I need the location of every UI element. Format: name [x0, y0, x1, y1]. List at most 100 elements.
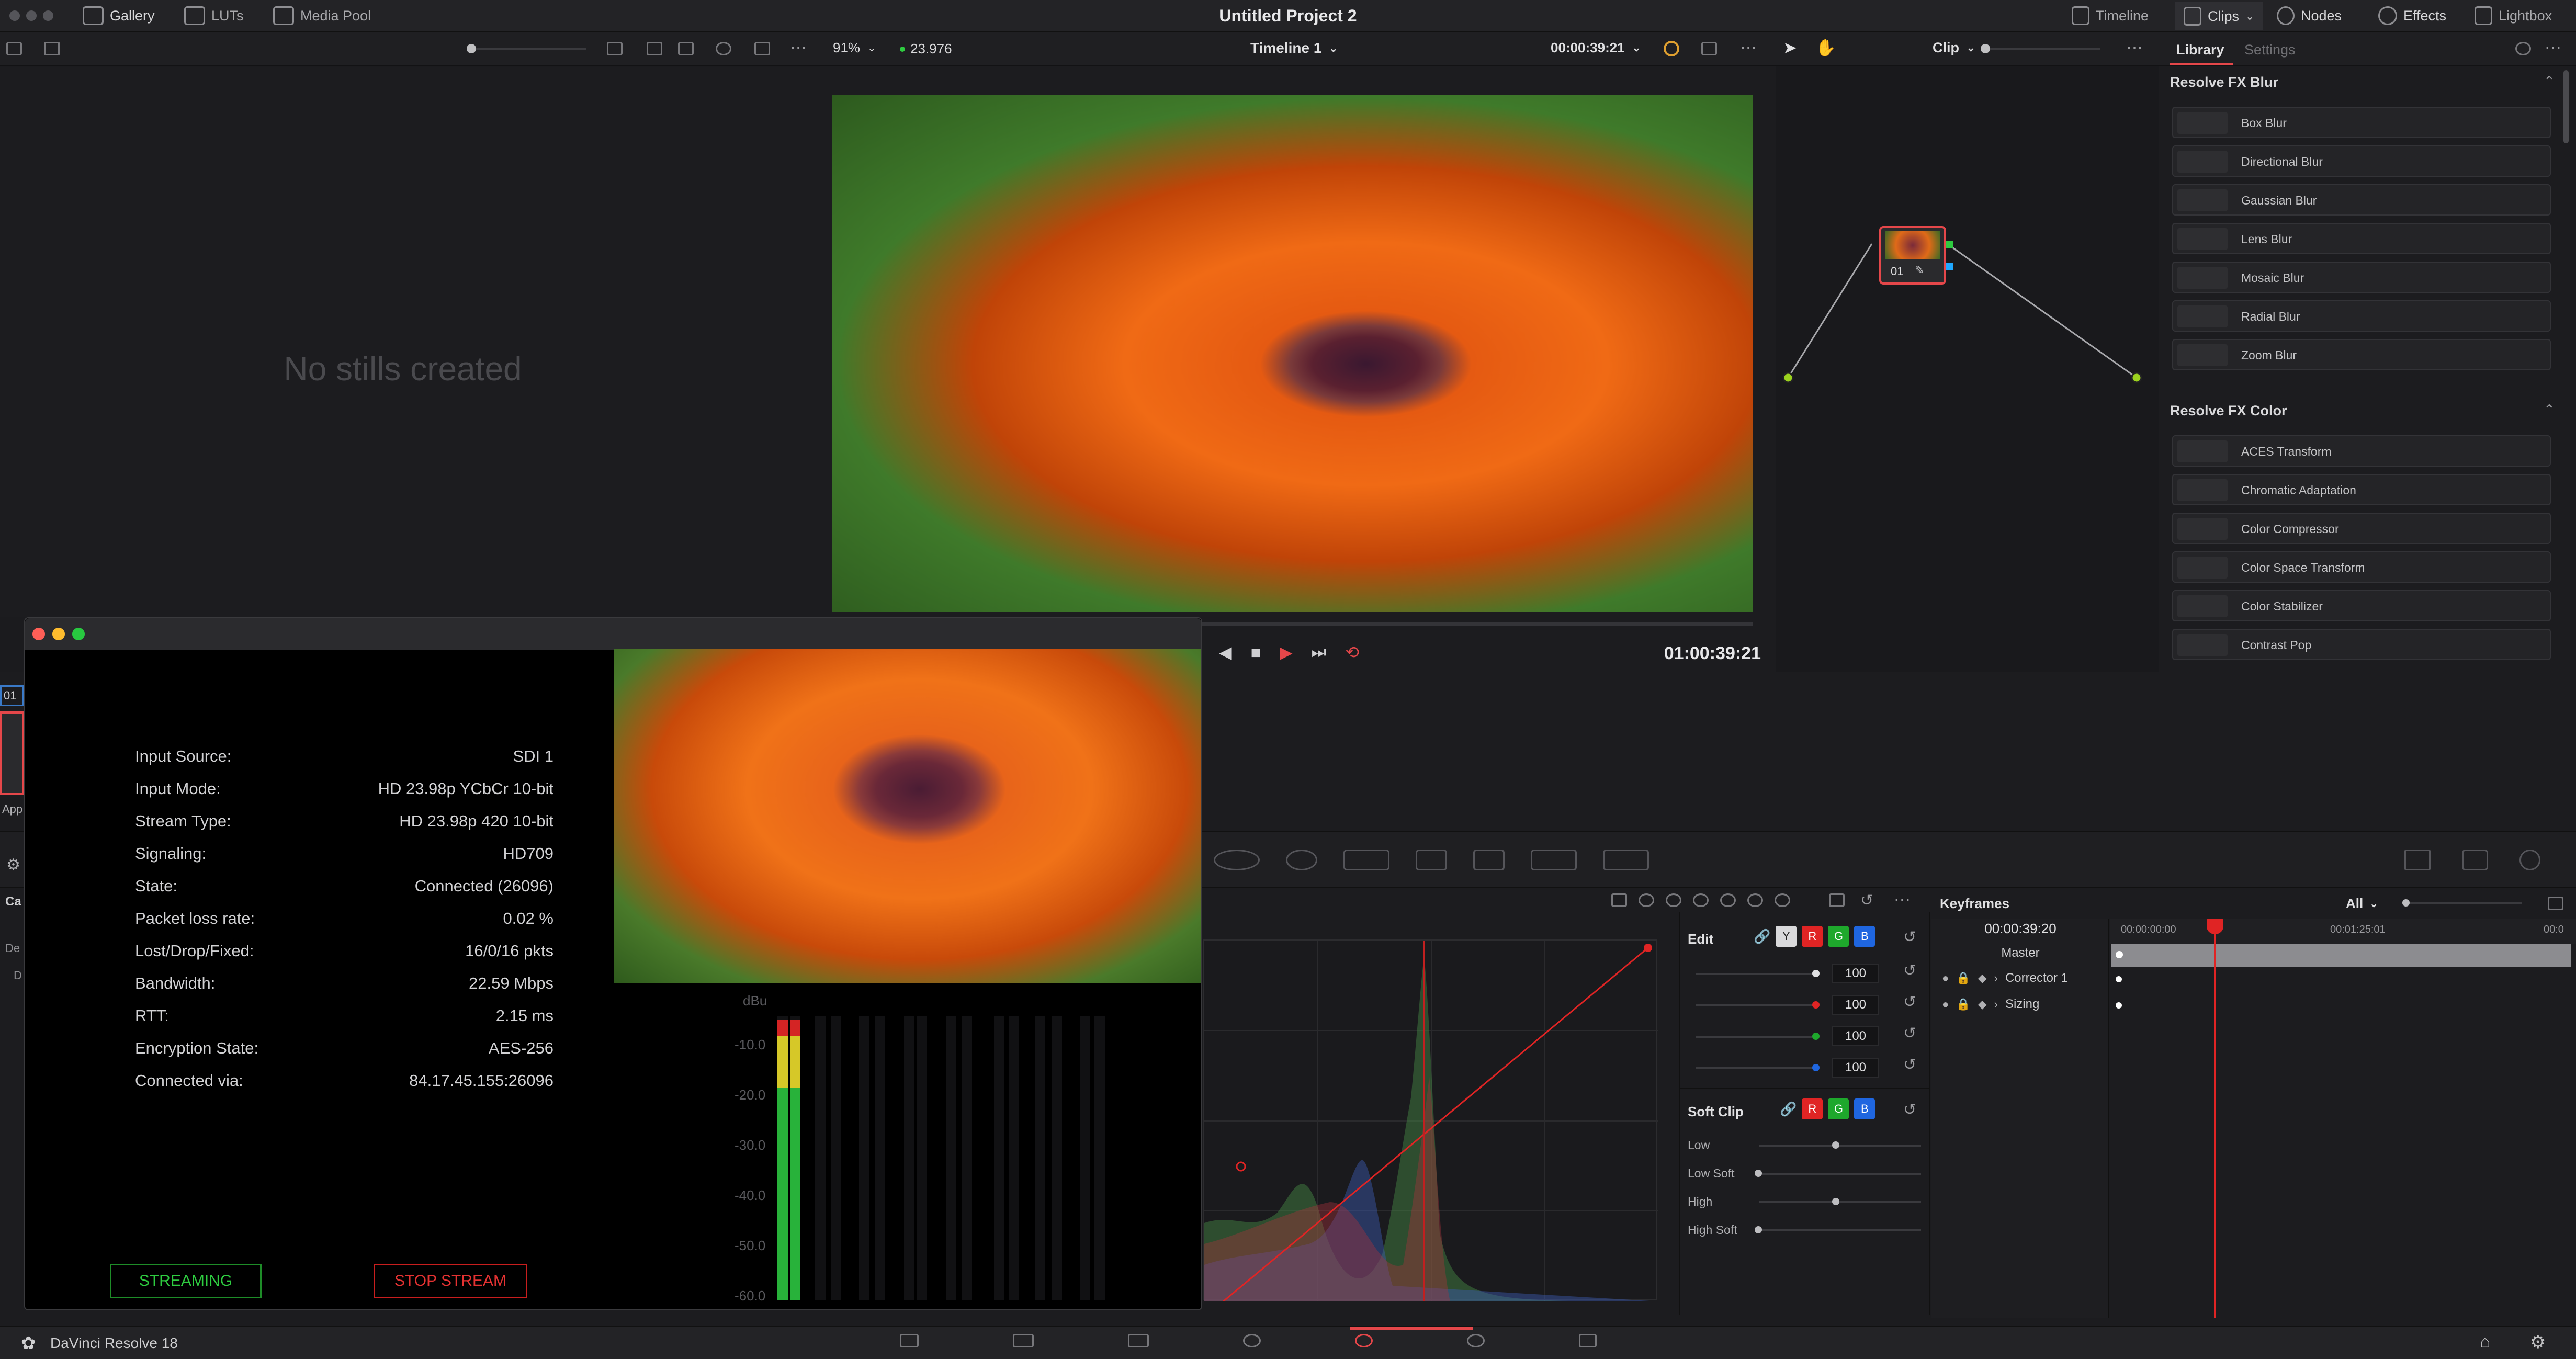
keyframes-zoom-knob[interactable]	[2402, 899, 2410, 907]
reset-icon[interactable]: ↺	[1903, 961, 1916, 980]
collapse-icon[interactable]: ⌃	[2544, 402, 2555, 418]
library-scrollbar[interactable]	[2563, 70, 2569, 143]
node-zoom-slider[interactable]	[1985, 48, 2100, 50]
chevron-right-icon[interactable]: ›	[1994, 998, 1998, 1011]
g-slider-knob[interactable]	[1812, 1033, 1820, 1040]
color-page-icon[interactable]	[1355, 1334, 1373, 1347]
close-window-button[interactable]	[32, 628, 45, 640]
timeline-button[interactable]: Timeline	[2072, 6, 2149, 25]
library-item-color-0[interactable]: ACES Transform	[2172, 435, 2551, 467]
clip-thumbnail[interactable]	[0, 711, 24, 795]
info-icon[interactable]	[2519, 850, 2540, 870]
grid-view-icon[interactable]	[647, 42, 662, 55]
gallery-button[interactable]: Gallery	[83, 6, 155, 25]
reset-icon[interactable]: ↺	[1903, 928, 1916, 946]
lum-vs-sat-icon[interactable]	[1720, 893, 1736, 907]
effects-button[interactable]: Effects	[2378, 6, 2446, 25]
more-options-icon[interactable]: ⋯	[1740, 38, 1757, 58]
more-options-icon[interactable]: ⋯	[790, 38, 807, 58]
low-slider-knob[interactable]	[1832, 1141, 1839, 1149]
hue-vs-lum-icon[interactable]	[1693, 893, 1709, 907]
b-channel-button[interactable]: B	[1854, 926, 1875, 947]
play-icon[interactable]: ▶	[1280, 642, 1293, 662]
corrector-1-track[interactable]: ● 🔒 ◆ › Corrector 1	[1942, 971, 2068, 986]
fusion-page-icon[interactable]	[1243, 1334, 1261, 1347]
link-icon[interactable]: 🔗	[1754, 928, 1770, 945]
tab-library[interactable]: Library	[2176, 42, 2224, 58]
thumb-size-knob[interactable]	[467, 44, 476, 53]
expand-icon[interactable]	[2548, 897, 2563, 910]
search-icon[interactable]	[2515, 42, 2531, 55]
tab-settings[interactable]: Settings	[2244, 42, 2296, 58]
hand-icon[interactable]: ✋	[1815, 38, 1836, 58]
viewer-timecode[interactable]: 00:00:39:21 ⌄	[1551, 40, 1641, 56]
soft-clip-b-button[interactable]: B	[1854, 1098, 1875, 1119]
scopes-icon[interactable]	[2462, 850, 2488, 870]
zoom-window-button[interactable]	[43, 10, 53, 21]
sizing-keyframe[interactable]	[2116, 1002, 2122, 1009]
curve-control-point[interactable]	[1236, 1161, 1246, 1172]
master-keyframe-track[interactable]	[2111, 944, 2571, 967]
magic-mask-icon[interactable]	[1343, 850, 1389, 870]
high-soft-slider-knob[interactable]	[1755, 1226, 1762, 1233]
reset-icon[interactable]: ↺	[1903, 993, 1916, 1011]
library-item-blur-1[interactable]: Directional Blur	[2172, 145, 2551, 177]
clips-button[interactable]: Clips ⌄	[2175, 2, 2263, 30]
library-item-color-2[interactable]: Color Compressor	[2172, 513, 2551, 544]
more-options-icon[interactable]: ⋯	[2545, 38, 2561, 58]
timeline-select[interactable]: Timeline 1 ⌄	[1250, 40, 1338, 56]
low-soft-slider[interactable]	[1759, 1173, 1921, 1175]
low-slider[interactable]	[1759, 1145, 1921, 1147]
sizing-track[interactable]: ● 🔒 ◆ › Sizing	[1942, 997, 2039, 1012]
deliver-page-icon[interactable]	[1579, 1334, 1597, 1347]
stop-stream-button[interactable]: STOP STREAM	[374, 1264, 527, 1298]
keyframes-panel-icon[interactable]	[2404, 850, 2431, 870]
r-intensity-value[interactable]: 100	[1832, 995, 1879, 1015]
b-intensity-value[interactable]: 100	[1832, 1058, 1879, 1078]
g-intensity-value[interactable]: 100	[1832, 1026, 1879, 1046]
play-reverse-icon[interactable]: ◀	[1219, 642, 1232, 662]
soft-clip-g-button[interactable]: G	[1828, 1098, 1849, 1119]
keyframes-zoom-slider[interactable]	[2406, 902, 2522, 904]
hue-vs-hue-icon[interactable]	[1639, 893, 1654, 907]
y-slider-knob[interactable]	[1812, 970, 1820, 977]
search-icon[interactable]	[716, 42, 731, 55]
sizing-palette-icon[interactable]	[1531, 850, 1577, 870]
playhead-handle[interactable]	[2207, 919, 2223, 934]
zoom-select[interactable]: 91% ⌄	[833, 40, 876, 56]
library-item-color-3[interactable]: Color Space Transform	[2172, 551, 2551, 583]
expand-icon[interactable]	[1829, 893, 1845, 907]
fairlight-page-icon[interactable]	[1467, 1334, 1485, 1347]
minimize-window-button[interactable]	[26, 10, 37, 21]
high-slider-knob[interactable]	[1832, 1198, 1839, 1205]
edit-page-icon[interactable]	[1128, 1334, 1149, 1347]
lightbox-button[interactable]: Lightbox	[2475, 6, 2552, 25]
clip-badge[interactable]: 01	[0, 685, 24, 706]
pointer-icon[interactable]: ➤	[1783, 38, 1797, 58]
download-icon[interactable]	[44, 42, 60, 55]
master-keyframe[interactable]	[2116, 951, 2123, 958]
library-item-color-4[interactable]: Color Stabilizer	[2172, 590, 2551, 621]
loop-icon[interactable]: ⟲	[1345, 642, 1359, 662]
collapse-icon[interactable]: ⌃	[2544, 73, 2555, 89]
library-item-blur-4[interactable]: Mosaic Blur	[2172, 262, 2551, 293]
diamond-icon[interactable]: ◆	[1978, 971, 1987, 985]
cut-page-icon[interactable]	[1013, 1334, 1034, 1347]
curve-end-point[interactable]	[1644, 944, 1652, 952]
sort-icon[interactable]	[607, 42, 623, 55]
keyframes-playhead[interactable]	[2214, 919, 2216, 1318]
stop-icon[interactable]: ■	[1251, 643, 1261, 662]
r-slider-knob[interactable]	[1812, 1001, 1820, 1009]
chevron-right-icon[interactable]: ›	[1994, 971, 1998, 985]
r-channel-button[interactable]: R	[1802, 926, 1823, 947]
keyframes-filter[interactable]: All ⌄	[2346, 896, 2378, 912]
fullscreen-icon[interactable]	[1701, 42, 1717, 55]
diamond-icon[interactable]: ◆	[1978, 998, 1987, 1011]
close-window-button[interactable]	[9, 10, 20, 21]
color-wheel-icon[interactable]	[1664, 41, 1679, 56]
library-item-color-1[interactable]: Chromatic Adaptation	[2172, 474, 2551, 505]
reset-icon[interactable]: ↺	[1903, 1024, 1916, 1043]
settings-gear-icon[interactable]: ⚙	[2530, 1332, 2546, 1353]
y-intensity-value[interactable]: 100	[1832, 964, 1879, 983]
3d-palette-icon[interactable]	[1603, 850, 1649, 870]
